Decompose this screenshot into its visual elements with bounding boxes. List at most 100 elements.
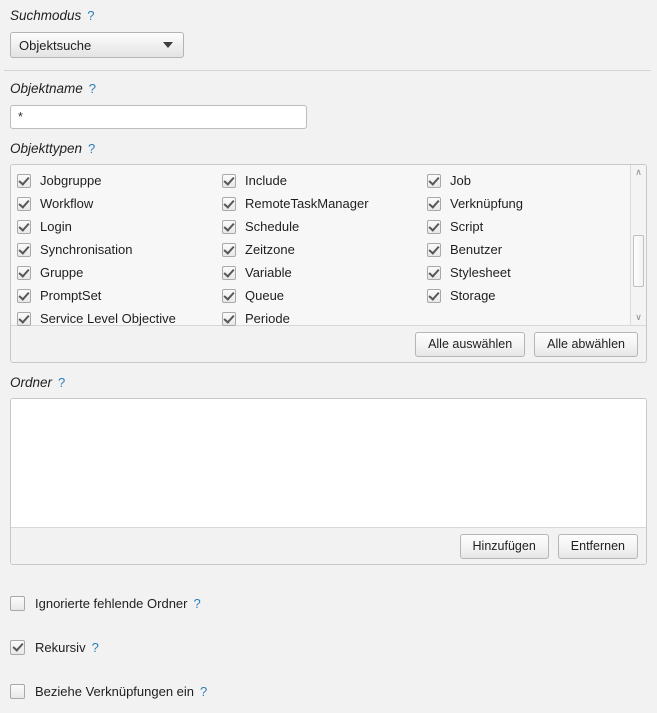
checkbox-checked-icon[interactable] <box>427 265 441 280</box>
option-checkbox-row[interactable]: Rekursiv? <box>10 625 657 669</box>
options-section: Ignorierte fehlende Ordner? Rekursiv? Bezi… <box>0 565 657 713</box>
object-type-checkbox-row[interactable]: Service Level Objective <box>17 307 222 330</box>
scrollbar-track[interactable] <box>631 180 646 310</box>
help-icon[interactable]: ? <box>92 640 99 655</box>
object-type-checkbox-row[interactable]: Script <box>427 215 627 238</box>
search-mode-label: Suchmodus ? <box>10 8 657 23</box>
object-type-checkbox-row[interactable]: Verknüpfung <box>427 192 627 215</box>
help-icon[interactable]: ? <box>58 375 65 390</box>
object-types-column: Include RemoteTaskManager Schedule Zeitzone… <box>222 169 427 326</box>
checkbox-checked-icon[interactable] <box>427 242 441 257</box>
checkbox-unchecked-icon[interactable] <box>10 683 25 699</box>
option-label: Rekursiv? <box>35 640 99 655</box>
add-folder-button[interactable]: Hinzufügen <box>459 533 549 559</box>
checkbox-checked-icon[interactable] <box>222 219 236 234</box>
object-type-label: Synchronisation <box>40 242 133 257</box>
object-name-section: Objektname ? * <box>0 71 657 129</box>
checkbox-unchecked-icon[interactable] <box>10 595 25 611</box>
chevron-down-icon <box>163 42 173 48</box>
object-type-label: PromptSet <box>40 288 102 303</box>
checkbox-checked-icon[interactable] <box>17 311 31 326</box>
checkbox-checked-icon[interactable] <box>17 173 31 188</box>
object-type-checkbox-row[interactable]: Jobgruppe <box>17 169 222 192</box>
search-mode-section: Suchmodus ? Objektsuche <box>0 0 657 58</box>
checkbox-checked-icon[interactable] <box>222 265 236 280</box>
checkbox-checked-icon[interactable] <box>427 173 441 188</box>
remove-folder-button[interactable]: Entfernen <box>557 533 638 559</box>
object-type-label: Login <box>40 219 72 234</box>
scroll-up-icon[interactable]: ∧ <box>631 165 646 180</box>
checkbox-checked-icon[interactable] <box>17 288 31 303</box>
checkbox-checked-icon[interactable] <box>427 196 441 211</box>
folders-list[interactable] <box>11 399 646 528</box>
help-icon[interactable]: ? <box>88 141 95 156</box>
object-type-checkbox-row[interactable]: Include <box>222 169 427 192</box>
object-type-label: Job <box>450 173 471 188</box>
checkbox-checked-icon[interactable] <box>222 196 236 211</box>
object-type-checkbox-row[interactable]: Stylesheet <box>427 261 627 284</box>
option-label-text: Ignorierte fehlende Ordner <box>35 595 188 611</box>
object-type-label: Service Level Objective <box>40 311 176 326</box>
checkbox-checked-icon[interactable] <box>427 219 441 234</box>
checkbox-checked-icon[interactable] <box>222 173 236 188</box>
object-types-scroll-area: Jobgruppe Workflow Login Synchronisation Gru… <box>11 165 646 326</box>
object-type-label: Script <box>450 219 484 234</box>
object-type-label: Queue <box>245 288 285 303</box>
object-type-label: Jobgruppe <box>40 173 102 188</box>
object-type-label: Variable <box>245 265 292 280</box>
object-types-panel: Jobgruppe Workflow Login Synchronisation Gru… <box>10 164 647 363</box>
object-type-checkbox-row[interactable]: Job <box>427 169 627 192</box>
object-type-checkbox-row[interactable]: Workflow <box>17 192 222 215</box>
object-type-label: Benutzer <box>450 242 503 257</box>
scrollbar-thumb[interactable] <box>633 234 644 287</box>
object-type-label: Schedule <box>245 219 300 234</box>
object-name-input-value: * <box>18 110 23 124</box>
search-mode-dropdown[interactable]: Objektsuche <box>10 32 184 58</box>
object-type-checkbox-row[interactable]: Schedule <box>222 215 427 238</box>
checkbox-checked-icon[interactable] <box>427 288 441 303</box>
search-mode-selected-value: Objektsuche <box>19 37 92 53</box>
object-type-label: Gruppe <box>40 265 84 280</box>
object-type-checkbox-row[interactable]: RemoteTaskManager <box>222 192 427 215</box>
object-types-columns: Jobgruppe Workflow Login Synchronisation Gru… <box>11 165 630 326</box>
object-type-label: Workflow <box>40 196 94 211</box>
object-type-checkbox-row[interactable]: PromptSet <box>17 284 222 307</box>
object-type-checkbox-row[interactable]: Variable <box>222 261 427 284</box>
object-types-section: Objekttypen ? Jobgruppe Workflow Login Sync… <box>0 129 657 363</box>
object-type-label: Periode <box>245 311 290 326</box>
checkbox-checked-icon[interactable] <box>17 242 31 257</box>
help-icon[interactable]: ? <box>89 81 96 96</box>
option-label-text: Beziehe Verknüpfungen ein <box>35 683 195 699</box>
option-checkbox-row[interactable]: Ignorierte fehlende Ordner? <box>10 581 657 625</box>
object-name-label-text: Objektname <box>10 81 83 96</box>
object-type-checkbox-row[interactable]: Storage <box>427 284 627 307</box>
help-icon[interactable]: ? <box>193 596 200 611</box>
object-type-checkbox-row[interactable]: Zeitzone <box>222 238 427 261</box>
object-type-label: RemoteTaskManager <box>245 196 369 211</box>
object-type-label: Stylesheet <box>450 265 511 280</box>
object-type-label: Storage <box>450 288 496 303</box>
checkbox-checked-icon[interactable] <box>222 288 236 303</box>
object-type-checkbox-row[interactable]: Queue <box>222 284 427 307</box>
checkbox-checked-icon[interactable] <box>17 196 31 211</box>
option-checkbox-row[interactable]: Beziehe Verknüpfungen ein? <box>10 669 657 713</box>
object-name-input[interactable]: * <box>10 105 307 129</box>
checkbox-checked-icon[interactable] <box>222 311 236 326</box>
checkbox-checked-icon[interactable] <box>10 639 25 655</box>
object-type-checkbox-row[interactable]: Periode <box>222 307 427 330</box>
help-icon[interactable]: ? <box>87 8 94 23</box>
option-label: Ignorierte fehlende Ordner? <box>35 596 201 611</box>
checkbox-checked-icon[interactable] <box>222 242 236 257</box>
object-types-scrollbar[interactable]: ∧ ∨ <box>630 165 646 325</box>
object-type-checkbox-row[interactable]: Login <box>17 215 222 238</box>
object-type-checkbox-row[interactable]: Gruppe <box>17 261 222 284</box>
help-icon[interactable]: ? <box>200 684 207 699</box>
object-type-label: Zeitzone <box>245 242 295 257</box>
scroll-down-icon[interactable]: ∨ <box>631 310 646 325</box>
object-type-checkbox-row[interactable]: Benutzer <box>427 238 627 261</box>
checkbox-checked-icon[interactable] <box>17 219 31 234</box>
select-all-button[interactable]: Alle auswählen <box>415 331 526 357</box>
object-type-checkbox-row[interactable]: Synchronisation <box>17 238 222 261</box>
checkbox-checked-icon[interactable] <box>17 265 31 280</box>
deselect-all-button[interactable]: Alle abwählen <box>534 331 638 357</box>
